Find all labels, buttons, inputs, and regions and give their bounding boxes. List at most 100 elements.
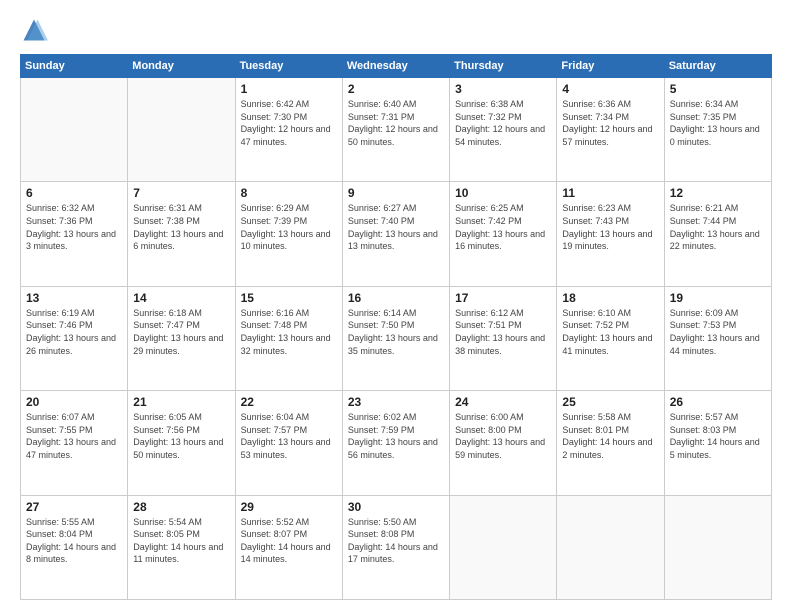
cell-day-number: 5 <box>670 82 766 96</box>
calendar-cell: 29 Sunrise: 5:52 AMSunset: 8:07 PMDayligh… <box>235 495 342 599</box>
cell-info: Sunrise: 6:34 AMSunset: 7:35 PMDaylight:… <box>670 98 766 148</box>
calendar-table: SundayMondayTuesdayWednesdayThursdayFrid… <box>20 54 772 600</box>
calendar-cell: 6 Sunrise: 6:32 AMSunset: 7:36 PMDaylight… <box>21 182 128 286</box>
cell-day-number: 2 <box>348 82 444 96</box>
calendar-cell: 30 Sunrise: 5:50 AMSunset: 8:08 PMDayligh… <box>342 495 449 599</box>
cell-info: Sunrise: 6:21 AMSunset: 7:44 PMDaylight:… <box>670 202 766 252</box>
weekday-header-saturday: Saturday <box>664 55 771 78</box>
cell-day-number: 19 <box>670 291 766 305</box>
calendar-cell: 22 Sunrise: 6:04 AMSunset: 7:57 PMDayligh… <box>235 391 342 495</box>
cell-info: Sunrise: 6:00 AMSunset: 8:00 PMDaylight:… <box>455 411 551 461</box>
cell-info: Sunrise: 5:55 AMSunset: 8:04 PMDaylight:… <box>26 516 122 566</box>
cell-info: Sunrise: 5:54 AMSunset: 8:05 PMDaylight:… <box>133 516 229 566</box>
calendar-cell: 16 Sunrise: 6:14 AMSunset: 7:50 PMDayligh… <box>342 286 449 390</box>
cell-day-number: 30 <box>348 500 444 514</box>
calendar-cell: 20 Sunrise: 6:07 AMSunset: 7:55 PMDayligh… <box>21 391 128 495</box>
cell-info: Sunrise: 6:36 AMSunset: 7:34 PMDaylight:… <box>562 98 658 148</box>
cell-day-number: 3 <box>455 82 551 96</box>
week-row-2: 13 Sunrise: 6:19 AMSunset: 7:46 PMDayligh… <box>21 286 772 390</box>
calendar-cell: 14 Sunrise: 6:18 AMSunset: 7:47 PMDayligh… <box>128 286 235 390</box>
weekday-header-row: SundayMondayTuesdayWednesdayThursdayFrid… <box>21 55 772 78</box>
cell-info: Sunrise: 6:40 AMSunset: 7:31 PMDaylight:… <box>348 98 444 148</box>
calendar-cell: 15 Sunrise: 6:16 AMSunset: 7:48 PMDayligh… <box>235 286 342 390</box>
cell-day-number: 11 <box>562 186 658 200</box>
cell-info: Sunrise: 6:10 AMSunset: 7:52 PMDaylight:… <box>562 307 658 357</box>
cell-info: Sunrise: 6:31 AMSunset: 7:38 PMDaylight:… <box>133 202 229 252</box>
week-row-1: 6 Sunrise: 6:32 AMSunset: 7:36 PMDaylight… <box>21 182 772 286</box>
cell-day-number: 22 <box>241 395 337 409</box>
cell-day-number: 27 <box>26 500 122 514</box>
cell-day-number: 1 <box>241 82 337 96</box>
cell-info: Sunrise: 6:05 AMSunset: 7:56 PMDaylight:… <box>133 411 229 461</box>
cell-day-number: 29 <box>241 500 337 514</box>
logo <box>20 16 52 44</box>
calendar-cell: 18 Sunrise: 6:10 AMSunset: 7:52 PMDayligh… <box>557 286 664 390</box>
calendar-cell: 7 Sunrise: 6:31 AMSunset: 7:38 PMDaylight… <box>128 182 235 286</box>
cell-day-number: 6 <box>26 186 122 200</box>
cell-info: Sunrise: 6:02 AMSunset: 7:59 PMDaylight:… <box>348 411 444 461</box>
cell-day-number: 24 <box>455 395 551 409</box>
calendar-cell: 13 Sunrise: 6:19 AMSunset: 7:46 PMDayligh… <box>21 286 128 390</box>
week-row-4: 27 Sunrise: 5:55 AMSunset: 8:04 PMDayligh… <box>21 495 772 599</box>
cell-info: Sunrise: 6:14 AMSunset: 7:50 PMDaylight:… <box>348 307 444 357</box>
cell-day-number: 17 <box>455 291 551 305</box>
cell-info: Sunrise: 6:16 AMSunset: 7:48 PMDaylight:… <box>241 307 337 357</box>
cell-day-number: 23 <box>348 395 444 409</box>
cell-day-number: 28 <box>133 500 229 514</box>
calendar-cell: 23 Sunrise: 6:02 AMSunset: 7:59 PMDayligh… <box>342 391 449 495</box>
cell-info: Sunrise: 6:32 AMSunset: 7:36 PMDaylight:… <box>26 202 122 252</box>
cell-info: Sunrise: 6:07 AMSunset: 7:55 PMDaylight:… <box>26 411 122 461</box>
calendar-cell: 19 Sunrise: 6:09 AMSunset: 7:53 PMDayligh… <box>664 286 771 390</box>
cell-info: Sunrise: 6:04 AMSunset: 7:57 PMDaylight:… <box>241 411 337 461</box>
weekday-header-tuesday: Tuesday <box>235 55 342 78</box>
cell-info: Sunrise: 6:18 AMSunset: 7:47 PMDaylight:… <box>133 307 229 357</box>
calendar-cell: 11 Sunrise: 6:23 AMSunset: 7:43 PMDayligh… <box>557 182 664 286</box>
cell-day-number: 10 <box>455 186 551 200</box>
cell-day-number: 15 <box>241 291 337 305</box>
cell-day-number: 13 <box>26 291 122 305</box>
calendar-cell <box>557 495 664 599</box>
cell-day-number: 16 <box>348 291 444 305</box>
calendar-cell <box>664 495 771 599</box>
weekday-header-wednesday: Wednesday <box>342 55 449 78</box>
cell-day-number: 26 <box>670 395 766 409</box>
calendar-cell: 5 Sunrise: 6:34 AMSunset: 7:35 PMDaylight… <box>664 78 771 182</box>
cell-info: Sunrise: 6:29 AMSunset: 7:39 PMDaylight:… <box>241 202 337 252</box>
calendar-cell: 4 Sunrise: 6:36 AMSunset: 7:34 PMDaylight… <box>557 78 664 182</box>
cell-day-number: 9 <box>348 186 444 200</box>
cell-info: Sunrise: 6:27 AMSunset: 7:40 PMDaylight:… <box>348 202 444 252</box>
cell-info: Sunrise: 6:19 AMSunset: 7:46 PMDaylight:… <box>26 307 122 357</box>
cell-day-number: 14 <box>133 291 229 305</box>
cell-day-number: 8 <box>241 186 337 200</box>
calendar-cell: 10Sunrise: 6:25 AMSunset: 7:42 PMDayligh… <box>450 182 557 286</box>
page: SundayMondayTuesdayWednesdayThursdayFrid… <box>0 0 792 612</box>
calendar-cell <box>128 78 235 182</box>
cell-info: Sunrise: 6:42 AMSunset: 7:30 PMDaylight:… <box>241 98 337 148</box>
calendar-cell: 26Sunrise: 5:57 AMSunset: 8:03 PMDayligh… <box>664 391 771 495</box>
calendar-cell: 27 Sunrise: 5:55 AMSunset: 8:04 PMDayligh… <box>21 495 128 599</box>
weekday-header-monday: Monday <box>128 55 235 78</box>
cell-day-number: 7 <box>133 186 229 200</box>
calendar-cell: 2 Sunrise: 6:40 AMSunset: 7:31 PMDaylight… <box>342 78 449 182</box>
cell-day-number: 4 <box>562 82 658 96</box>
calendar-cell: 25Sunrise: 5:58 AMSunset: 8:01 PMDayligh… <box>557 391 664 495</box>
cell-info: Sunrise: 6:09 AMSunset: 7:53 PMDaylight:… <box>670 307 766 357</box>
calendar-cell: 12 Sunrise: 6:21 AMSunset: 7:44 PMDayligh… <box>664 182 771 286</box>
week-row-3: 20 Sunrise: 6:07 AMSunset: 7:55 PMDayligh… <box>21 391 772 495</box>
logo-icon <box>20 16 48 44</box>
calendar-cell: 8 Sunrise: 6:29 AMSunset: 7:39 PMDaylight… <box>235 182 342 286</box>
cell-info: Sunrise: 5:52 AMSunset: 8:07 PMDaylight:… <box>241 516 337 566</box>
cell-info: Sunrise: 6:23 AMSunset: 7:43 PMDaylight:… <box>562 202 658 252</box>
calendar-cell: 1 Sunrise: 6:42 AMSunset: 7:30 PMDaylight… <box>235 78 342 182</box>
week-row-0: 1 Sunrise: 6:42 AMSunset: 7:30 PMDaylight… <box>21 78 772 182</box>
cell-info: Sunrise: 5:50 AMSunset: 8:08 PMDaylight:… <box>348 516 444 566</box>
weekday-header-friday: Friday <box>557 55 664 78</box>
cell-info: Sunrise: 6:12 AMSunset: 7:51 PMDaylight:… <box>455 307 551 357</box>
cell-day-number: 18 <box>562 291 658 305</box>
calendar-cell <box>450 495 557 599</box>
cell-day-number: 12 <box>670 186 766 200</box>
calendar-cell: 17 Sunrise: 6:12 AMSunset: 7:51 PMDayligh… <box>450 286 557 390</box>
cell-day-number: 20 <box>26 395 122 409</box>
cell-info: Sunrise: 6:38 AMSunset: 7:32 PMDaylight:… <box>455 98 551 148</box>
cell-day-number: 21 <box>133 395 229 409</box>
